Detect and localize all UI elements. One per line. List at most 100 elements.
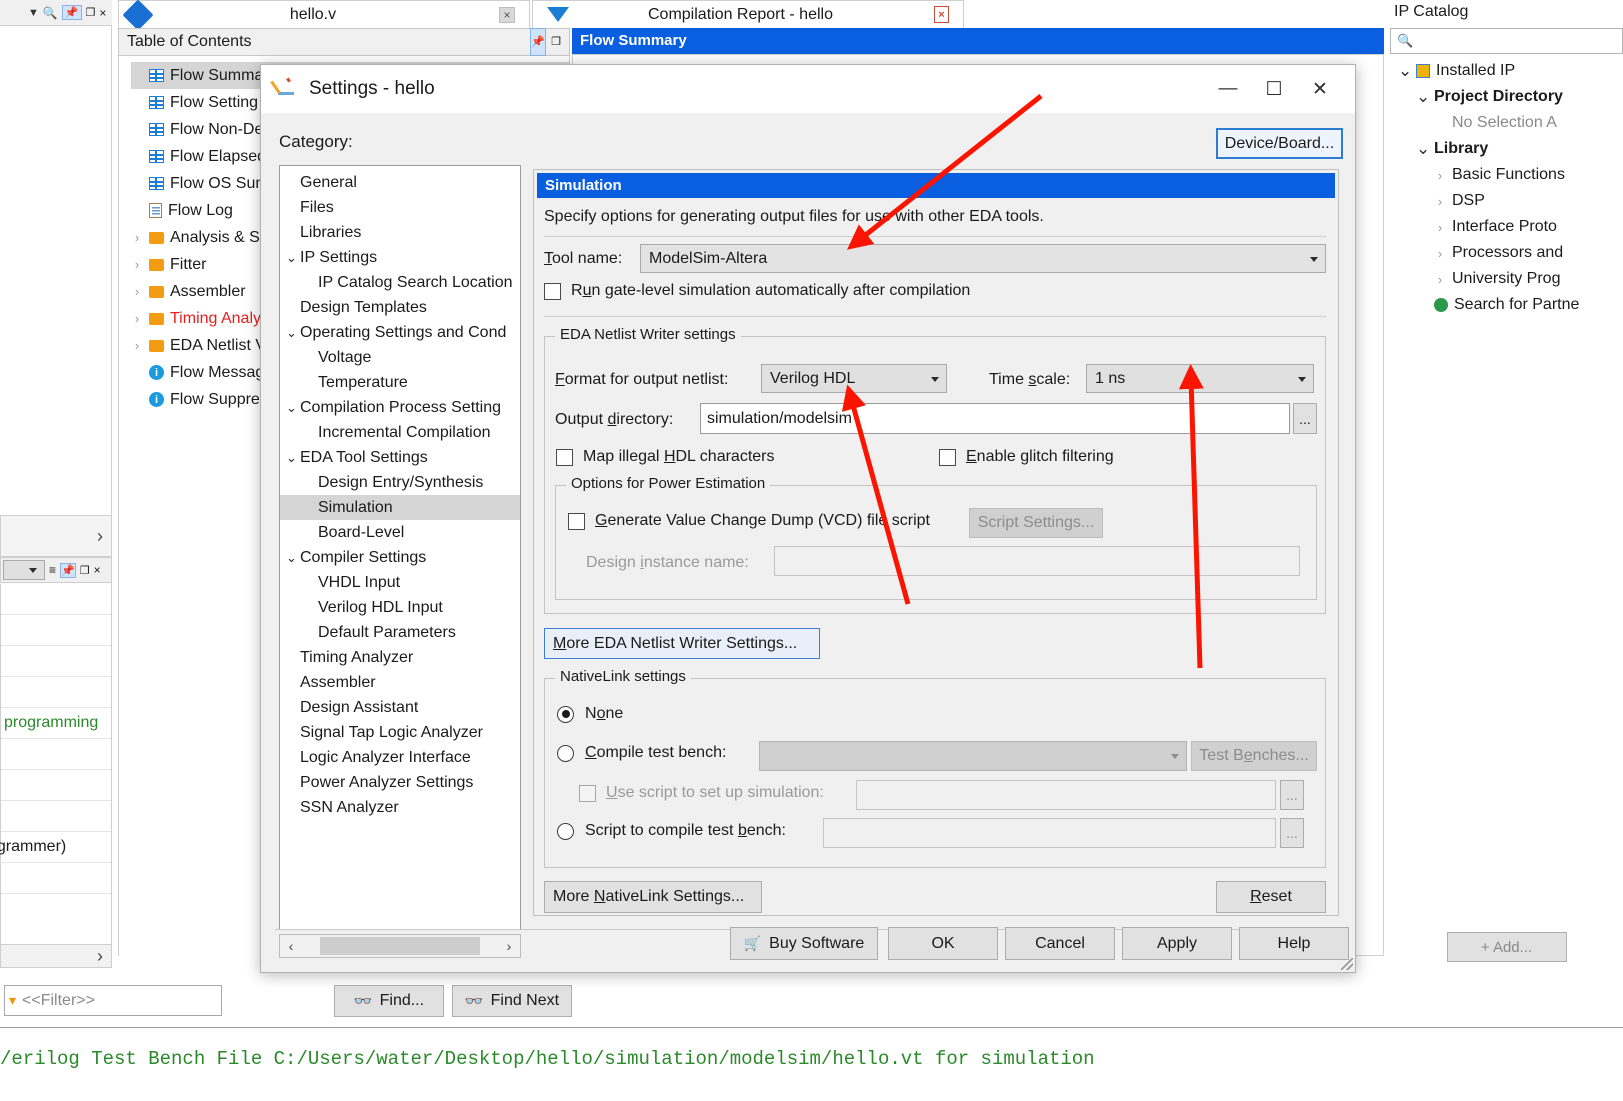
minimize-button[interactable]: — — [1205, 67, 1251, 111]
chevron-right-icon[interactable]: › — [1434, 220, 1446, 235]
ip-item-processors-and[interactable]: › Processors and — [1390, 240, 1623, 266]
add-ip-button[interactable]: + Add... — [1446, 932, 1567, 962]
chevron-right-icon[interactable]: › — [1434, 246, 1446, 261]
category-item-default-parameters[interactable]: Default Parameters — [280, 620, 520, 645]
chevron-right-icon[interactable]: › — [131, 257, 143, 272]
category-item-operating-settings-and-cond[interactable]: ⌄ Operating Settings and Cond — [280, 320, 520, 345]
chevron-right-icon[interactable]: › — [131, 311, 143, 326]
restore-icon[interactable]: ❐ — [80, 564, 90, 577]
dialog-title-bar[interactable]: Settings - hello — ☐ ✕ — [261, 65, 1355, 113]
ip-catalog-search[interactable]: 🔍 — [1390, 28, 1623, 54]
reset-button[interactable]: Reset — [1216, 881, 1326, 913]
chevron-right-icon[interactable]: › — [1434, 194, 1446, 209]
ip-item-dsp[interactable]: › DSP — [1390, 188, 1623, 214]
glitch-filtering-row[interactable]: Enable glitch filtering — [939, 448, 1114, 466]
output-directory-input[interactable]: simulation/modelsim — [700, 403, 1290, 434]
search-input[interactable] — [1417, 31, 1622, 51]
category-item-general[interactable]: General — [280, 170, 520, 195]
radio-compile-testbench[interactable] — [557, 744, 574, 762]
apply-button[interactable]: Apply — [1122, 927, 1232, 960]
chevron-down-icon[interactable]: ⌄ — [286, 400, 300, 416]
glitch-filtering-checkbox[interactable] — [939, 448, 956, 466]
ip-item-basic-functions[interactable]: › Basic Functions — [1390, 162, 1623, 188]
pin-icon[interactable]: 📌 — [530, 28, 547, 56]
find-button[interactable]: 👓 Find... — [334, 985, 444, 1017]
ip-item-library[interactable]: ⌄ Library — [1390, 136, 1623, 162]
radio-script-compile-row[interactable]: Script to compile test bench: — [557, 822, 786, 840]
message-type-combo[interactable] — [3, 560, 45, 580]
category-item-incremental-compilation[interactable]: Incremental Compilation — [280, 420, 520, 445]
radio-none[interactable] — [557, 705, 574, 723]
chevron-right-icon[interactable]: › — [131, 338, 143, 353]
message-panel-hscroll[interactable]: › — [0, 944, 112, 968]
category-item-simulation[interactable]: Simulation — [280, 495, 520, 520]
category-item-signal-tap-logic-analyzer[interactable]: Signal Tap Logic Analyzer — [280, 720, 520, 745]
run-gate-level-checkbox[interactable] — [544, 282, 561, 300]
close-button[interactable]: ✕ — [1297, 67, 1343, 111]
tool-name-combo[interactable]: ModelSim-Altera — [640, 244, 1326, 273]
pin-icon[interactable]: 📌 — [61, 5, 82, 20]
category-item-ssn-analyzer[interactable]: SSN Analyzer — [280, 795, 520, 820]
category-item-eda-tool-settings[interactable]: ⌄ EDA Tool Settings — [280, 445, 520, 470]
category-item-compilation-process-setting[interactable]: ⌄ Compilation Process Setting — [280, 395, 520, 420]
radio-none-row[interactable]: None — [557, 705, 623, 723]
format-combo[interactable]: Verilog HDL — [761, 364, 947, 393]
chevron-down-icon[interactable]: ⌄ — [286, 250, 300, 266]
category-item-board-level[interactable]: Board-Level — [280, 520, 520, 545]
vcd-row[interactable]: Generate Value Change Dump (VCD) file sc… — [568, 512, 930, 530]
category-item-verilog-hdl-input[interactable]: Verilog HDL Input — [280, 595, 520, 620]
ip-item-search-for-partne[interactable]: Search for Partne — [1390, 292, 1623, 318]
search-icon[interactable]: 🔍 — [43, 6, 58, 20]
chevron-down-icon[interactable]: ⌄ — [286, 325, 300, 341]
close-icon[interactable]: × — [99, 6, 106, 20]
category-item-timing-analyzer[interactable]: Timing Analyzer — [280, 645, 520, 670]
maximize-button[interactable]: ☐ — [1251, 67, 1297, 111]
map-illegal-row[interactable]: Map illegal HDL characters — [556, 448, 775, 466]
tab-hello-v[interactable]: hello.v × — [118, 0, 530, 31]
restore-icon[interactable]: ❐ — [86, 6, 96, 19]
ip-item-project-directory[interactable]: ⌄ Project Directory — [1390, 84, 1623, 110]
vcd-checkbox[interactable] — [568, 512, 585, 530]
pin-icon[interactable]: 📌 — [60, 562, 76, 578]
chevron-down-icon[interactable]: ⌄ — [1416, 139, 1430, 159]
ip-item-installed-ip[interactable]: ⌄ Installed IP — [1390, 58, 1623, 84]
close-icon[interactable]: × — [934, 6, 949, 23]
run-gate-level-row[interactable]: Run gate-level simulation automatically … — [544, 282, 970, 300]
category-item-power-analyzer-settings[interactable]: Power Analyzer Settings — [280, 770, 520, 795]
output-directory-browse-button[interactable]: ... — [1293, 403, 1317, 434]
help-button[interactable]: Help — [1239, 927, 1349, 960]
category-item-temperature[interactable]: Temperature — [280, 370, 520, 395]
chevron-right-icon[interactable]: › — [131, 230, 143, 245]
chevron-down-icon[interactable]: ▼ — [28, 7, 39, 19]
ip-item-interface-proto[interactable]: › Interface Proto — [1390, 214, 1623, 240]
category-list[interactable]: General Files Libraries ⌄ IP Settings IP Cata… — [279, 165, 521, 930]
category-list-hscrollbar[interactable]: ‹ › — [279, 934, 521, 958]
category-item-ip-catalog-search-location[interactable]: IP Catalog Search Location — [280, 270, 520, 295]
map-illegal-checkbox[interactable] — [556, 448, 573, 466]
category-item-ip-settings[interactable]: ⌄ IP Settings — [280, 245, 520, 270]
scroll-left-icon[interactable]: ‹ — [280, 938, 302, 954]
chevron-down-icon[interactable]: ⌄ — [286, 550, 300, 566]
message-filter-box[interactable]: ▾ <<Filter>> — [4, 985, 222, 1016]
resize-grip[interactable] — [1341, 958, 1353, 970]
time-scale-combo[interactable]: 1 ns — [1086, 364, 1314, 393]
ip-item-no-selection-a[interactable]: No Selection A — [1390, 110, 1623, 136]
category-item-design-assistant[interactable]: Design Assistant — [280, 695, 520, 720]
more-eda-netlist-writer-settings-button[interactable]: More EDA Netlist Writer Settings... — [544, 628, 820, 659]
chevron-down-icon[interactable]: ⌄ — [1416, 87, 1430, 107]
expand-right-icon[interactable]: › — [97, 526, 103, 547]
radio-compile-testbench-row[interactable]: Compile test bench: — [557, 744, 726, 762]
category-item-files[interactable]: Files — [280, 195, 520, 220]
tab-compilation-report[interactable]: Compilation Report - hello × — [532, 0, 964, 28]
device-board-button[interactable]: Device/Board... — [1216, 128, 1343, 159]
close-icon[interactable]: × — [94, 563, 101, 577]
find-next-button[interactable]: 👓 Find Next — [452, 985, 572, 1017]
cancel-button[interactable]: Cancel — [1005, 927, 1115, 960]
category-item-compiler-settings[interactable]: ⌄ Compiler Settings — [280, 545, 520, 570]
category-item-logic-analyzer-interface[interactable]: Logic Analyzer Interface — [280, 745, 520, 770]
chevron-right-icon[interactable]: › — [131, 284, 143, 299]
restore-icon[interactable]: ❐ — [551, 29, 561, 55]
buy-software-button[interactable]: 🛒 Buy Software — [730, 927, 878, 960]
chevron-right-icon[interactable]: › — [1434, 168, 1446, 183]
more-nativelink-settings-button[interactable]: More NativeLink Settings... — [544, 881, 762, 913]
